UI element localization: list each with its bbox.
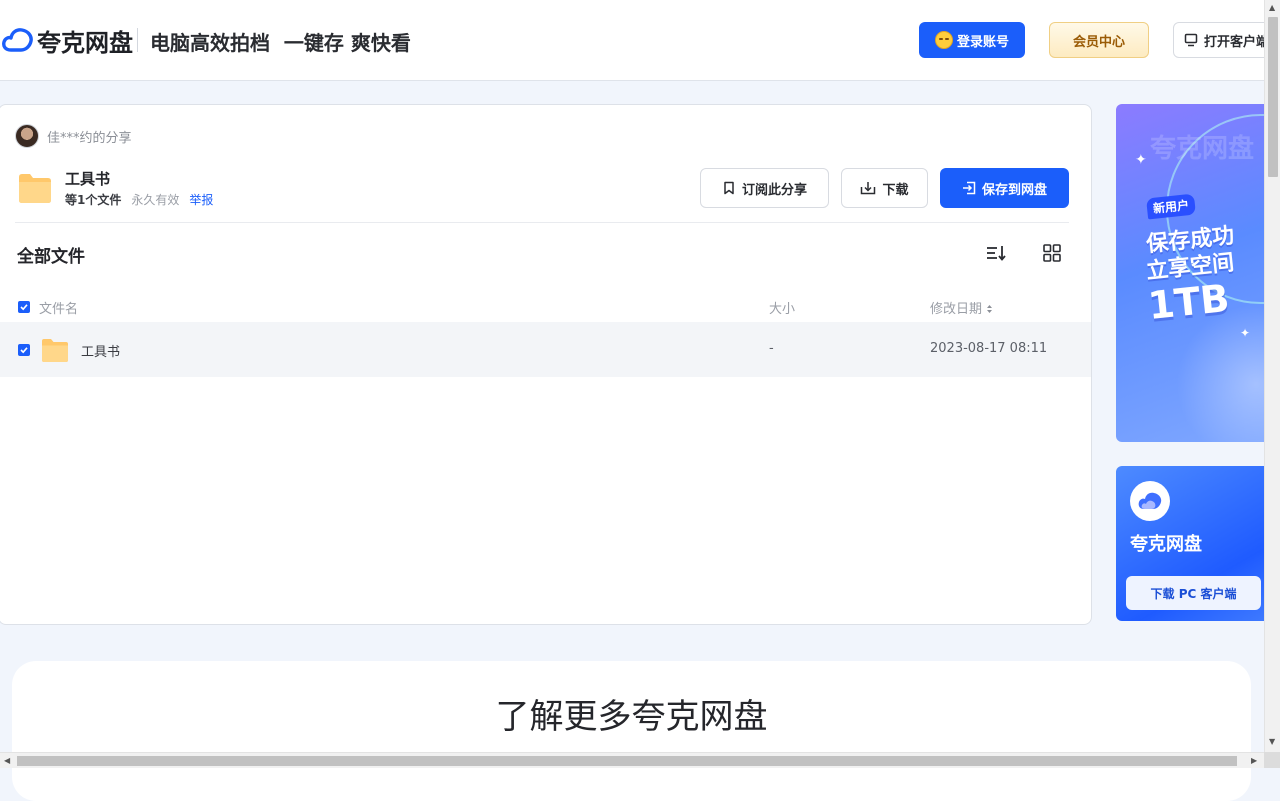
column-modified[interactable]: 修改日期 (930, 298, 993, 317)
folder-icon (42, 339, 68, 362)
section-title: 全部文件 (17, 247, 85, 267)
share-title: 工具书 (65, 170, 111, 188)
download-label: 下载 (882, 182, 909, 198)
open-client-label: 打开客户端 (1204, 34, 1270, 50)
top-header: 夸克网盘 电脑高效拍档 一键存 爽快看 登录账号 会员中心 打开客户端 (0, 0, 1273, 81)
promo-watermark: 夸克网盘 (1150, 134, 1255, 164)
column-size[interactable]: 大小 (769, 298, 795, 317)
login-button[interactable]: 登录账号 (919, 22, 1025, 58)
divider (15, 222, 1069, 223)
sort-toggle-icon (987, 305, 993, 313)
scroll-down-icon[interactable]: ▼ (1269, 738, 1275, 746)
cloud-logo-icon[interactable] (2, 27, 34, 53)
save-icon (962, 181, 976, 195)
sparkle-icon: ✦ (1135, 152, 1147, 168)
scroll-up-icon[interactable]: ▲ (1269, 4, 1275, 12)
horizontal-scrollbar[interactable]: ◀ ▶ (0, 752, 1264, 768)
file-count: 等1个文件 (65, 193, 122, 207)
table-row[interactable]: 工具书 - 2023-08-17 08:11 (0, 322, 1091, 377)
app-logo (1130, 481, 1170, 521)
horizontal-scroll-thumb[interactable] (17, 756, 1237, 766)
vip-center-button[interactable]: 会员中心 (1049, 22, 1149, 58)
client-download-banner[interactable]: 夸克网盘 下载 PC 客户端 (1116, 466, 1264, 621)
cloud-logo-icon (1138, 492, 1162, 509)
folder-icon (19, 174, 51, 203)
scrollbar-corner (1264, 752, 1280, 768)
vip-center-label: 会员中心 (1072, 34, 1125, 50)
promo-banner[interactable]: 夸克网盘 ✦ ✦ 新用户 保存成功 立享空间 1TB (1116, 104, 1264, 442)
scroll-right-icon[interactable]: ▶ (1251, 757, 1257, 765)
check-icon (20, 347, 28, 354)
check-icon (20, 304, 28, 311)
download-pc-client-button[interactable]: 下载 PC 客户端 (1126, 576, 1261, 610)
file-modified: 2023-08-17 08:11 (930, 341, 1048, 356)
avatar (15, 124, 39, 148)
sharer-name: 佳***约的分享 (47, 130, 132, 146)
subscribe-button[interactable]: 订阅此分享 (700, 168, 829, 208)
scroll-left-icon[interactable]: ◀ (4, 757, 10, 765)
vertical-scroll-thumb[interactable] (1268, 17, 1278, 177)
row-checkbox[interactable] (18, 344, 30, 356)
monitor-icon (1184, 33, 1198, 47)
login-button-label: 登录账号 (956, 34, 1009, 50)
bookmark-icon (724, 181, 734, 195)
decorative-glow (1176, 304, 1264, 442)
sort-icon[interactable] (986, 244, 1006, 262)
grid-view-icon[interactable] (1043, 244, 1061, 262)
table-header: 文件名 大小 修改日期 (0, 293, 1091, 321)
client-banner-title: 夸克网盘 (1130, 534, 1202, 555)
file-name[interactable]: 工具书 (81, 341, 120, 360)
download-icon (861, 182, 876, 195)
learn-more-title: 了解更多夸克网盘 (495, 697, 768, 737)
share-meta: 等1个文件 永久有效 举报 (65, 191, 213, 208)
column-name[interactable]: 文件名 (39, 298, 78, 317)
select-all-checkbox[interactable] (18, 301, 30, 313)
promo-amount: 1TB (1145, 275, 1232, 329)
open-client-button[interactable]: 打开客户端 (1173, 22, 1273, 58)
emoji-face-icon (934, 31, 953, 49)
sparkle-icon: ✦ (1240, 326, 1251, 340)
file-size: - (769, 341, 774, 356)
brand-name[interactable]: 夸克网盘 (37, 23, 133, 58)
validity: 永久有效 (131, 193, 180, 207)
download-button[interactable]: 下载 (841, 168, 928, 208)
save-label: 保存到网盘 (981, 182, 1047, 198)
vertical-scrollbar[interactable]: ▲ ▼ (1264, 0, 1280, 752)
sharer-info: 佳***约的分享 (15, 124, 132, 148)
slogan: 电脑高效拍档 一键存 爽快看 (150, 31, 411, 55)
save-to-drive-button[interactable]: 保存到网盘 (940, 168, 1069, 208)
logo-divider (137, 28, 138, 52)
subscribe-label: 订阅此分享 (741, 182, 807, 198)
share-card: 佳***约的分享 工具书 等1个文件 永久有效 举报 订阅此分享 下载 保存到网… (0, 104, 1092, 625)
learn-more-section: 了解更多夸克网盘 (12, 661, 1251, 801)
column-modified-label: 修改日期 (930, 302, 983, 317)
report-link[interactable]: 举报 (189, 191, 213, 208)
